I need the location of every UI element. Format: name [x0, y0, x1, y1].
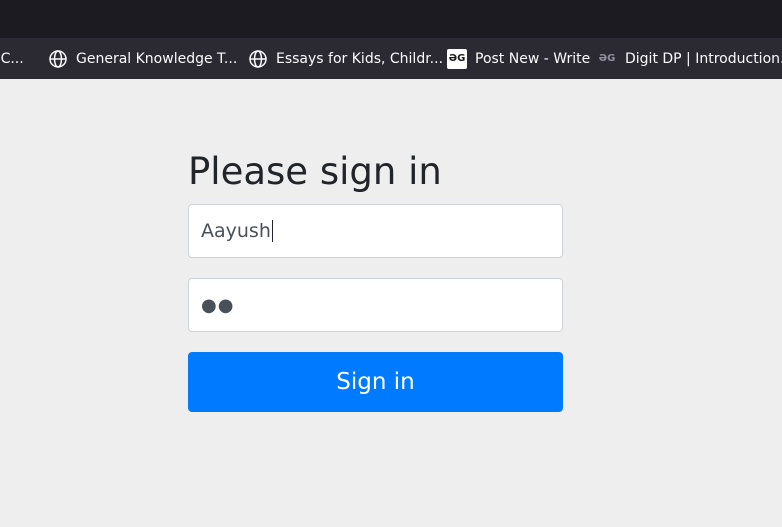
password-mask: ●● — [201, 294, 235, 316]
page-title: Please sign in — [188, 150, 442, 193]
bookmarks-toolbar: J C... General Knowledge T... Essays for… — [0, 38, 782, 79]
browser-title-bar — [0, 0, 782, 38]
bookmark-item-essays[interactable]: Essays for Kids, Childr... — [248, 38, 443, 79]
text-cursor — [271, 220, 273, 242]
bookmark-label: Digit DP | Introduction... — [625, 50, 782, 67]
password-input[interactable]: ●● — [188, 278, 563, 332]
gfg-logo-icon: ƏG — [598, 53, 616, 64]
bookmark-label: General Knowledge T... — [76, 50, 238, 67]
bookmark-label: Essays for Kids, Childr... — [276, 50, 444, 67]
globe-icon — [48, 49, 68, 69]
gfg-logo-icon: ƏG — [447, 48, 467, 69]
bookmark-item-general-knowledge[interactable]: General Knowledge T... — [48, 38, 237, 79]
bookmark-item-0[interactable]: J C... — [0, 38, 24, 79]
bookmark-label: Post New - Write — [475, 50, 591, 67]
bookmark-item-post-new[interactable]: ƏG Post New - Write — [447, 38, 590, 79]
username-value: Aayush — [201, 220, 271, 242]
page-content: Please sign in Aayush ●● Sign in — [0, 79, 782, 527]
sign-in-button[interactable]: Sign in — [188, 352, 563, 412]
bookmark-item-digit-dp[interactable]: ƏG Digit DP | Introduction... — [597, 38, 782, 79]
username-input[interactable]: Aayush — [188, 204, 563, 258]
bookmark-label: J C... — [0, 50, 24, 67]
globe-icon — [248, 49, 268, 69]
